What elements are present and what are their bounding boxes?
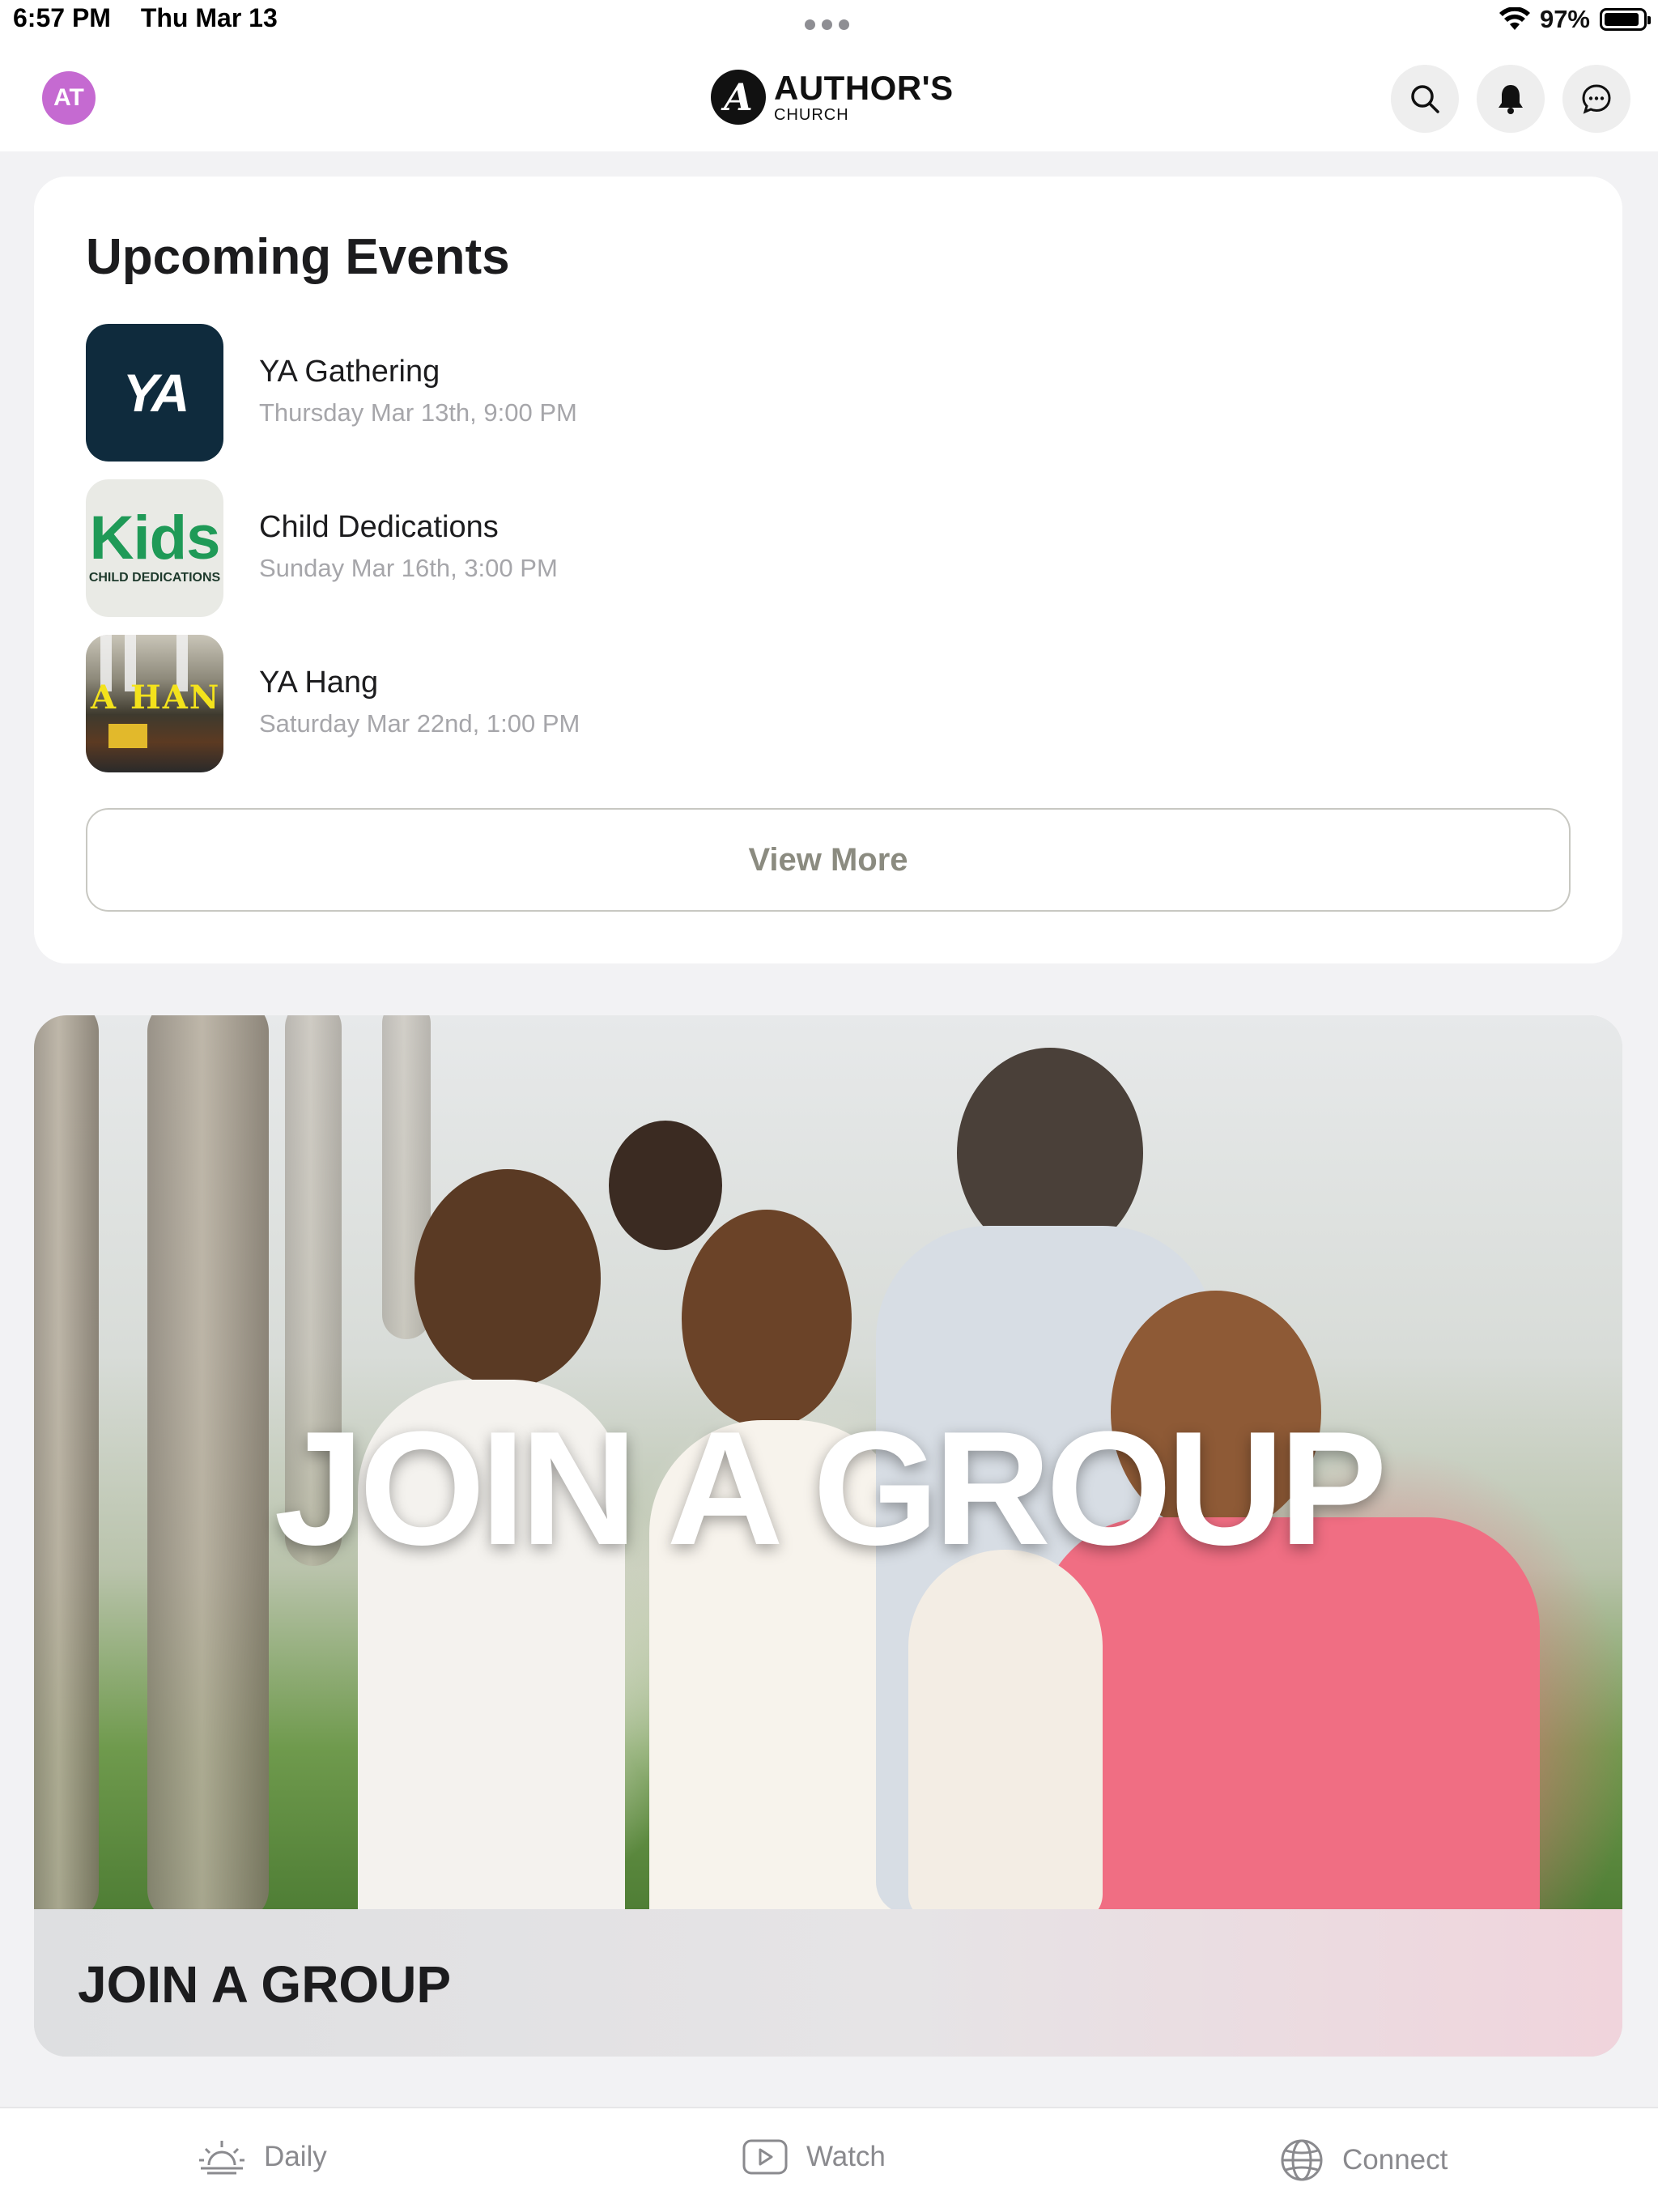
tab-label: Connect	[1342, 2144, 1448, 2176]
tab-watch[interactable]: Watch	[742, 2138, 886, 2176]
battery-percent: 97%	[1539, 5, 1590, 33]
messages-button[interactable]	[1562, 65, 1630, 133]
event-item-ya-hang[interactable]: A HAN YA Hang Saturday Mar 22nd, 1:00 PM	[86, 635, 1543, 772]
app-header: AT A AUTHOR'S CHURCH	[0, 45, 1658, 151]
notifications-button[interactable]	[1477, 65, 1545, 133]
status-date: Thu Mar 13	[140, 3, 278, 32]
bottom-tab-bar: Daily Watch Connect	[0, 2107, 1658, 2212]
battery-icon	[1600, 8, 1651, 31]
section-title: Upcoming Events	[86, 229, 510, 285]
status-right: 97%	[1499, 5, 1651, 34]
bell-icon	[1499, 85, 1523, 114]
event-thumbnail: Kids CHILD DEDICATIONS	[86, 479, 223, 617]
join-group-overlay-text: JOIN A GROUP	[274, 1398, 1388, 1579]
group-photo: JOIN A GROUP	[34, 1015, 1622, 1909]
status-bar: 6:57 PM Thu Mar 13 97%	[0, 0, 1658, 45]
logo-subtitle: CHURCH	[774, 106, 849, 124]
multitasking-dots-icon[interactable]	[805, 19, 849, 30]
status-time-date: 6:57 PM Thu Mar 13	[13, 3, 300, 33]
event-thumbnail: YA	[86, 324, 223, 462]
event-item-child-dedications[interactable]: Kids CHILD DEDICATIONS Child Dedications…	[86, 479, 1543, 617]
logo-title: AUTHOR'S	[774, 69, 954, 107]
join-group-card[interactable]: JOIN A GROUP JOIN A GROUP	[34, 1015, 1622, 2057]
event-name: YA Hang	[259, 666, 379, 700]
globe-icon	[1281, 2139, 1323, 2181]
thumbnail-text: YA	[122, 363, 190, 423]
logo-mark-icon: A	[711, 70, 766, 125]
avatar[interactable]: AT	[42, 71, 96, 125]
event-item-ya-gathering[interactable]: YA YA Gathering Thursday Mar 13th, 9:00 …	[86, 324, 1543, 462]
search-button[interactable]	[1391, 65, 1459, 133]
event-date: Saturday Mar 22nd, 1:00 PM	[259, 709, 580, 738]
logo-text: AUTHOR'S CHURCH	[774, 69, 954, 124]
event-name: Child Dedications	[259, 510, 499, 544]
view-more-button[interactable]: View More	[86, 808, 1571, 912]
search-icon	[1411, 85, 1439, 113]
church-logo: A AUTHOR'S CHURCH	[711, 70, 954, 125]
tab-connect[interactable]: Connect	[1279, 2138, 1448, 2183]
group-card-footer: JOIN A GROUP	[34, 1909, 1622, 2057]
event-date: Thursday Mar 13th, 9:00 PM	[259, 398, 577, 427]
tab-label: Daily	[264, 2141, 327, 2172]
thumbnail-subtext: CHILD DEDICATIONS	[88, 571, 221, 585]
chat-icon	[1582, 84, 1611, 114]
wifi-icon	[1499, 7, 1530, 30]
thumbnail-text: Kids	[89, 503, 221, 572]
event-thumbnail: A HAN	[86, 635, 223, 772]
status-time: 6:57 PM	[13, 3, 111, 32]
sunrise-icon	[199, 2141, 244, 2175]
event-name: YA Gathering	[259, 355, 440, 389]
event-date: Sunday Mar 16th, 3:00 PM	[259, 554, 558, 582]
thumbnail-text: A HAN	[91, 678, 221, 717]
group-card-label: JOIN A GROUP	[78, 1955, 452, 2014]
play-icon	[742, 2139, 788, 2175]
tab-daily[interactable]: Daily	[198, 2138, 327, 2176]
tab-label: Watch	[806, 2141, 886, 2172]
upcoming-events-card: Upcoming Events YA YA Gathering Thursday…	[34, 177, 1622, 963]
